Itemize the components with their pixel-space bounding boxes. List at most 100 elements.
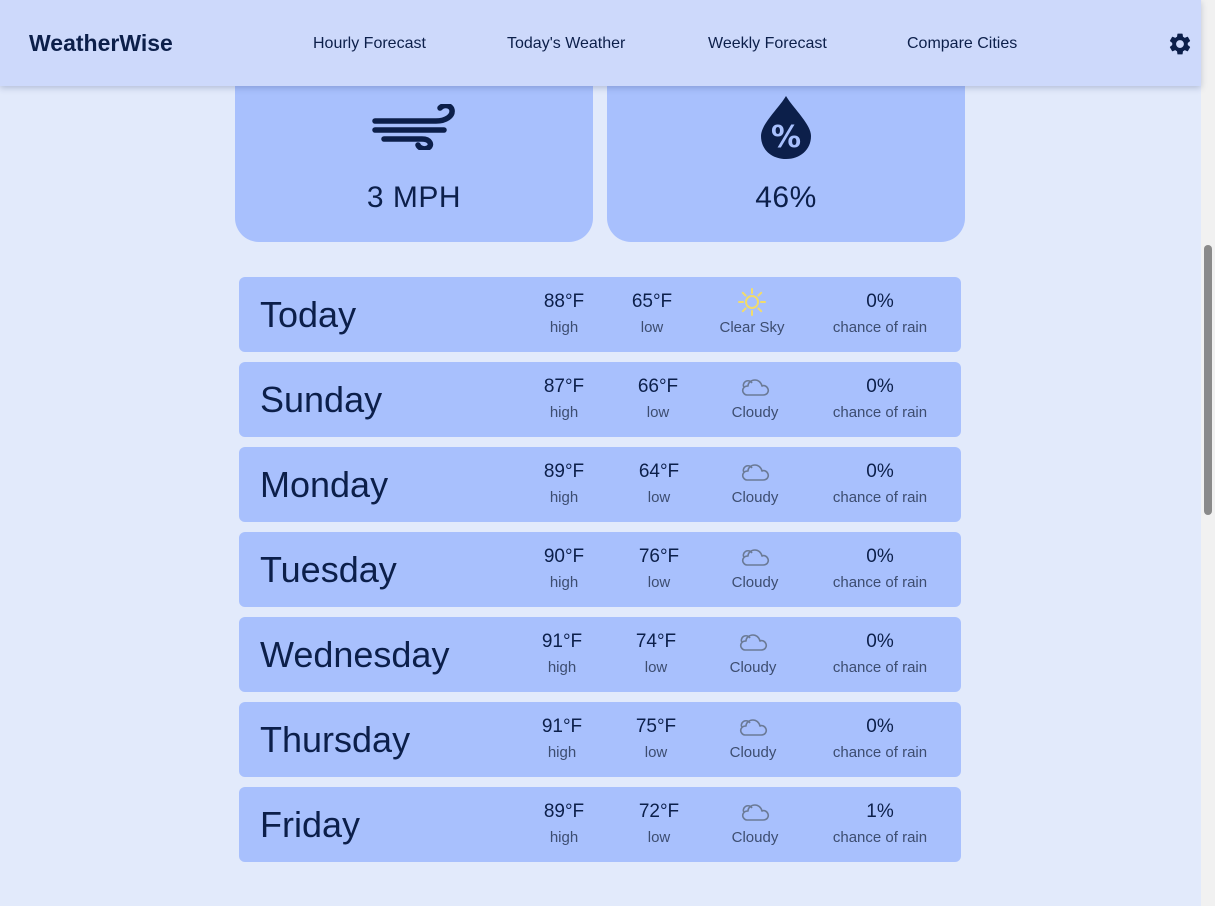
low-temp-label: low — [644, 744, 668, 761]
condition-label: Cloudy — [731, 829, 779, 846]
condition-label: Cloudy — [731, 489, 779, 506]
high-temp: 90°F high — [524, 546, 604, 591]
rain-chance-value: 0% — [866, 291, 894, 312]
day-name: Thursday — [260, 719, 411, 760]
high-temp-value: 90°F — [543, 546, 585, 567]
low-temp-label: low — [647, 574, 671, 591]
nav-weekly-forecast[interactable]: Weekly Forecast — [708, 35, 827, 53]
nav-hourly-forecast[interactable]: Hourly Forecast — [313, 35, 426, 53]
cloud-icon — [739, 719, 768, 736]
condition: Cloudy — [700, 797, 810, 846]
cloud-icon — [741, 464, 770, 481]
page-scrollbar[interactable] — [1201, 0, 1215, 906]
day-name: Wednesday — [260, 634, 450, 675]
low-temp: 74°F low — [616, 631, 696, 676]
condition-label: Cloudy — [729, 659, 777, 676]
condition: Cloudy — [700, 372, 810, 421]
low-temp: 64°F low — [619, 461, 699, 506]
low-temp-value: 65°F — [631, 291, 673, 312]
low-temp-value: 64°F — [638, 461, 680, 482]
humidity-value: 46% — [755, 181, 817, 214]
condition: Cloudy — [698, 712, 808, 761]
rain-chance: 0% chance of rain — [814, 631, 946, 676]
scrollbar-thumb[interactable] — [1204, 245, 1212, 515]
rain-chance-label: chance of rain — [832, 659, 928, 676]
low-temp-value: 72°F — [638, 801, 680, 822]
low-temp-label: low — [646, 404, 670, 421]
rain-chance: 0% chance of rain — [814, 546, 946, 591]
high-temp: 91°F high — [522, 631, 602, 676]
high-temp-label: high — [549, 574, 579, 591]
condition: Cloudy — [698, 627, 808, 676]
low-temp: 65°F low — [612, 291, 692, 336]
high-temp-value: 91°F — [541, 631, 583, 652]
high-temp-label: high — [549, 829, 579, 846]
forecast-row-today: Today 88°F high 65°F low Clear Sky 0% ch… — [239, 277, 961, 352]
rain-chance-label: chance of rain — [832, 489, 928, 506]
high-temp: 89°F high — [524, 461, 604, 506]
high-temp-label: high — [549, 319, 579, 336]
low-temp-value: 76°F — [638, 546, 680, 567]
condition-label: Cloudy — [731, 404, 779, 421]
high-temp-label: high — [549, 489, 579, 506]
nav-compare-cities[interactable]: Compare Cities — [907, 35, 1017, 53]
low-temp: 66°F low — [618, 376, 698, 421]
gear-icon[interactable] — [1167, 31, 1193, 57]
low-temp-label: low — [647, 829, 671, 846]
condition: Cloudy — [700, 542, 810, 591]
cloud-icon — [741, 549, 770, 566]
cloud-icon — [739, 634, 768, 651]
low-temp-label: low — [640, 319, 664, 336]
high-temp: 87°F high — [524, 376, 604, 421]
high-temp-value: 87°F — [543, 376, 585, 397]
low-temp-value: 75°F — [635, 716, 677, 737]
cloud-icon — [741, 804, 770, 821]
rain-chance-label: chance of rain — [832, 744, 928, 761]
day-name: Today — [260, 294, 357, 335]
condition-label: Cloudy — [731, 574, 779, 591]
low-temp: 76°F low — [619, 546, 699, 591]
high-temp: 88°F high — [524, 291, 604, 336]
high-temp-label: high — [549, 404, 579, 421]
brand-logo[interactable]: WeatherWise — [29, 30, 173, 57]
rain-chance: 0% chance of rain — [814, 716, 946, 761]
condition-label: Clear Sky — [719, 319, 785, 336]
condition-label: Cloudy — [729, 744, 777, 761]
high-temp-value: 88°F — [543, 291, 585, 312]
forecast-row-wednesday: Wednesday 91°F high 74°F low Cloudy 0% c… — [239, 617, 961, 692]
forecast-row-sunday: Sunday 87°F high 66°F low Cloudy 0% chan… — [239, 362, 961, 437]
high-temp: 91°F high — [522, 716, 602, 761]
rain-chance-label: chance of rain — [832, 574, 928, 591]
condition: Clear Sky — [697, 287, 807, 336]
low-temp-label: low — [647, 489, 671, 506]
day-name: Monday — [260, 464, 389, 505]
rain-chance-value: 0% — [866, 376, 894, 397]
cloud-icon — [741, 379, 770, 396]
high-temp-value: 89°F — [543, 461, 585, 482]
day-name: Sunday — [260, 379, 383, 420]
high-temp-value: 89°F — [543, 801, 585, 822]
wind-speed-value: 3 MPH — [366, 181, 462, 214]
rain-chance-label: chance of rain — [832, 404, 928, 421]
rain-chance-label: chance of rain — [832, 829, 928, 846]
high-temp-value: 91°F — [541, 716, 583, 737]
rain-chance-label: chance of rain — [832, 319, 928, 336]
day-name: Tuesday — [260, 549, 397, 590]
forecast-row-thursday: Thursday 91°F high 75°F low Cloudy 0% ch… — [239, 702, 961, 777]
low-temp: 72°F low — [619, 801, 699, 846]
low-temp-value: 66°F — [637, 376, 679, 397]
top-navbar: WeatherWise Hourly Forecast Today's Weat… — [0, 0, 1201, 86]
rain-chance: 0% chance of rain — [814, 461, 946, 506]
nav-todays-weather[interactable]: Today's Weather — [507, 35, 625, 53]
rain-chance-value: 0% — [866, 461, 894, 482]
low-temp: 75°F low — [616, 716, 696, 761]
sun-icon — [738, 288, 766, 316]
rain-chance: 0% chance of rain — [814, 376, 946, 421]
rain-chance-value: 1% — [866, 801, 894, 822]
high-temp: 89°F high — [524, 801, 604, 846]
rain-chance-value: 0% — [866, 716, 894, 737]
low-temp-label: low — [644, 659, 668, 676]
humidity-drop-icon: % — [761, 96, 811, 159]
condition: Cloudy — [700, 457, 810, 506]
rain-chance-value: 0% — [866, 546, 894, 567]
